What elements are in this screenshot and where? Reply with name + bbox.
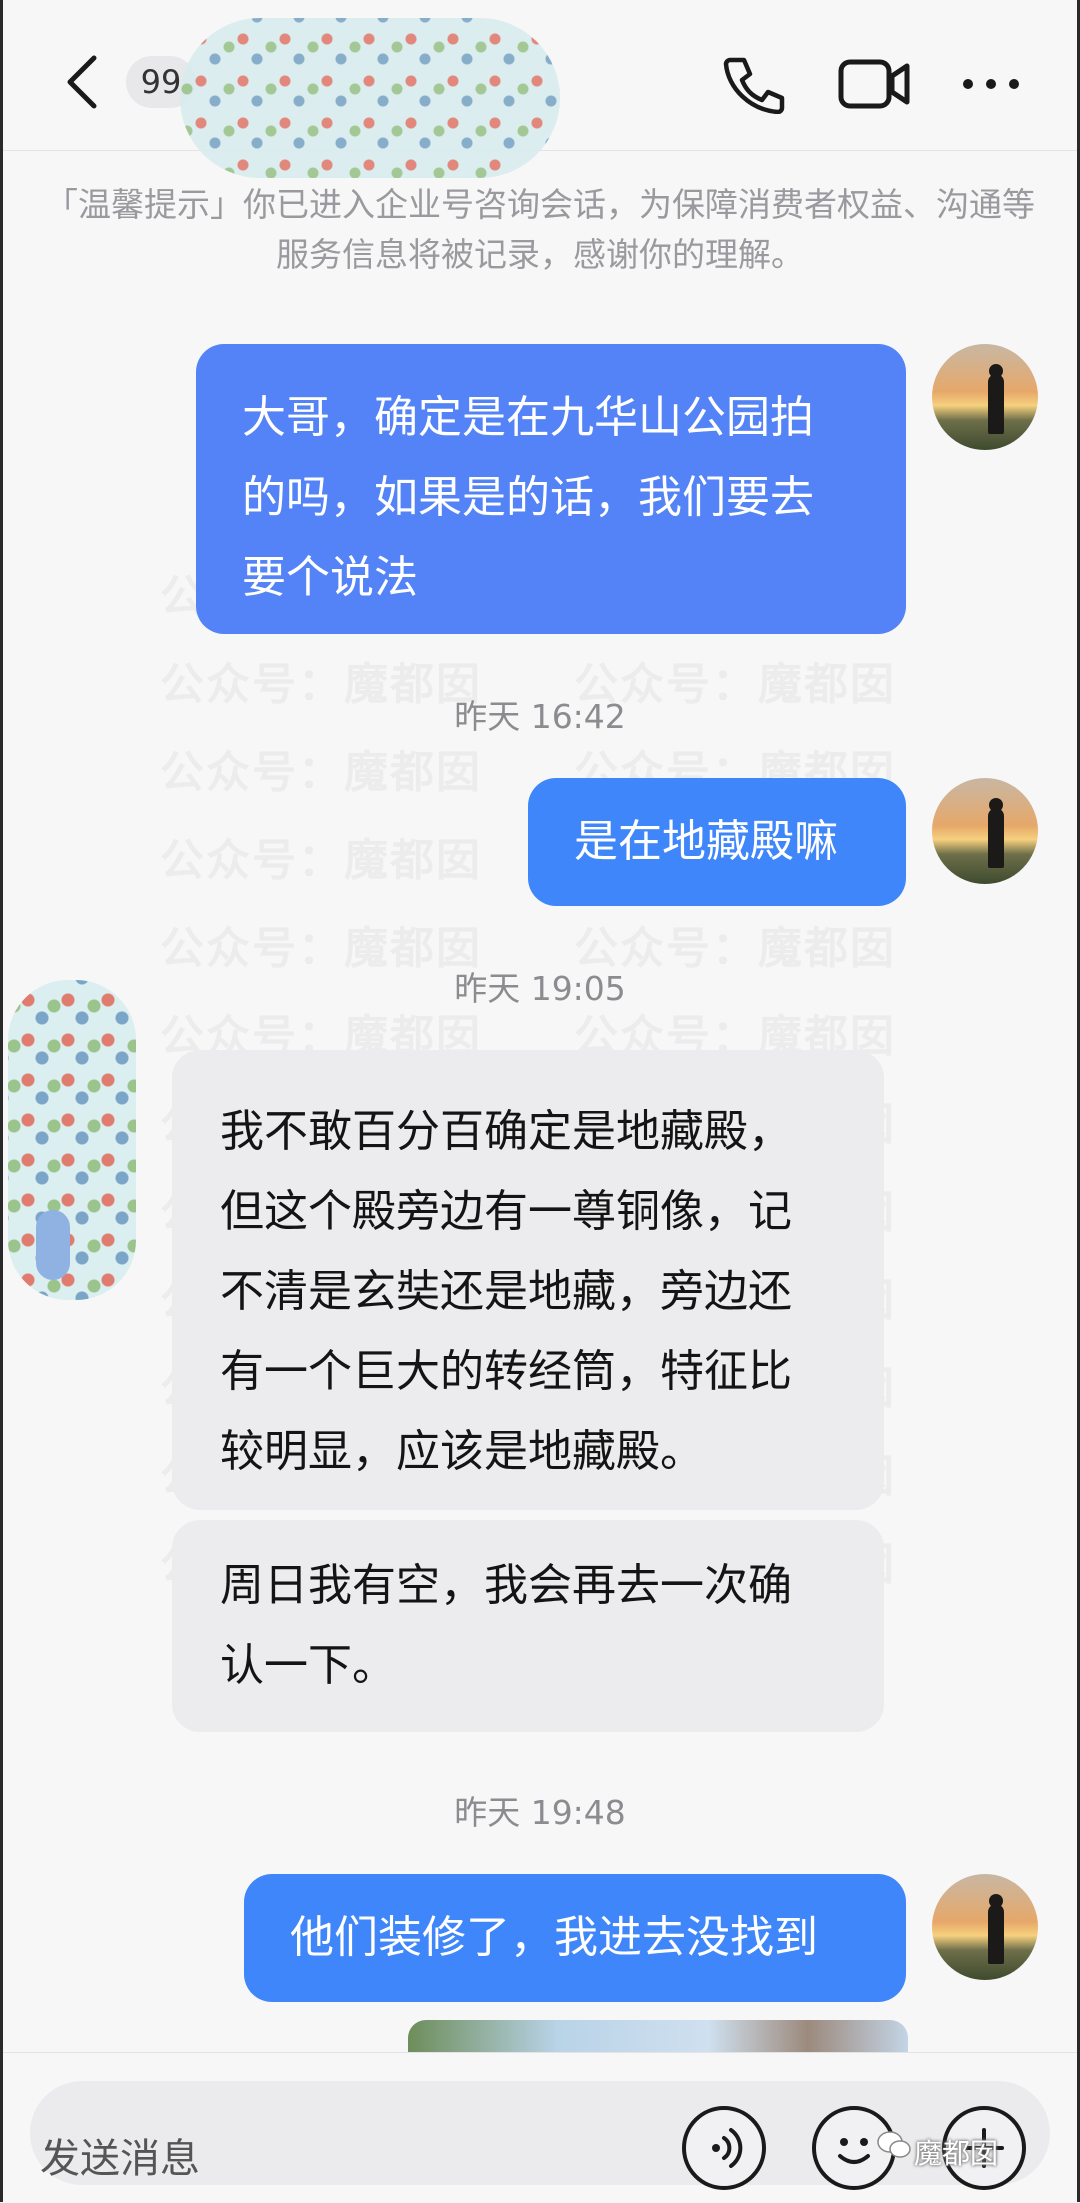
timestamp: 昨天 16:42 xyxy=(454,697,626,736)
my-avatar[interactable] xyxy=(932,344,1038,450)
video-icon[interactable] xyxy=(838,54,910,114)
incoming-message[interactable]: 我不敢百分百确定是地藏殿， 但这个殿旁边有一尊铜像，记 不清是玄奘还是地藏，旁边… xyxy=(172,1050,884,1510)
chat-header: 99 xyxy=(0,0,1080,178)
message-line: 有一个巨大的转经筒，特征比 xyxy=(220,1346,792,1397)
message-line: 他们装修了，我进去没找到 xyxy=(290,1912,818,1963)
voice-icon xyxy=(712,2128,743,2168)
message-line: 不清是玄奘还是地藏，旁边还 xyxy=(220,1266,792,1317)
my-avatar[interactable] xyxy=(932,1874,1038,1980)
wechat-logo-icon xyxy=(877,2131,911,2158)
source-watermark: 魔都囡 xyxy=(914,2137,999,2170)
message-line: 但这个殿旁边有一尊铜像，记 xyxy=(220,1186,792,1237)
message-line: 大哥，确定是在九华山公园拍 xyxy=(242,392,814,443)
message-line: 较明显，应该是地藏殿。 xyxy=(220,1426,704,1477)
incoming-message[interactable]: 周日我有空，我会再去一次确 认一下。 xyxy=(172,1520,884,1732)
image-message-preview[interactable] xyxy=(408,2020,908,2054)
message-line: 的吗，如果是的话，我们要去 xyxy=(242,472,814,523)
message-line: 认一下。 xyxy=(220,1640,396,1691)
timestamp: 昨天 19:05 xyxy=(454,969,626,1008)
message-line: 我不敢百分百确定是地藏殿， xyxy=(220,1106,792,1157)
back-icon[interactable] xyxy=(62,52,102,112)
phone-icon[interactable] xyxy=(720,54,786,114)
my-avatar[interactable] xyxy=(932,778,1038,884)
voice-button[interactable] xyxy=(682,2106,766,2190)
system-notice: 「温馨提示」你已进入企业号咨询会话，为保障消费者权益、沟通等服务信息将被记录，感… xyxy=(45,185,1035,274)
more-icon[interactable] xyxy=(960,54,1022,114)
timestamp: 昨天 19:48 xyxy=(454,1793,626,1832)
outgoing-message[interactable]: 是在地藏殿嘛 xyxy=(528,778,906,906)
peer-avatar-accent xyxy=(36,1210,70,1280)
message-input-placeholder: 发送消息 xyxy=(40,2136,200,2182)
message-line: 周日我有空，我会再去一次确 xyxy=(220,1560,792,1611)
message-line: 是在地藏殿嘛 xyxy=(574,816,838,867)
outgoing-message[interactable]: 大哥，确定是在九华山公园拍 的吗，如果是的话，我们要去 要个说法 xyxy=(196,344,906,634)
peer-avatar-redacted[interactable] xyxy=(8,980,136,1300)
message-line: 要个说法 xyxy=(242,552,418,603)
outgoing-message[interactable]: 他们装修了，我进去没找到 xyxy=(244,1874,906,2002)
contact-name-redacted xyxy=(180,18,560,178)
